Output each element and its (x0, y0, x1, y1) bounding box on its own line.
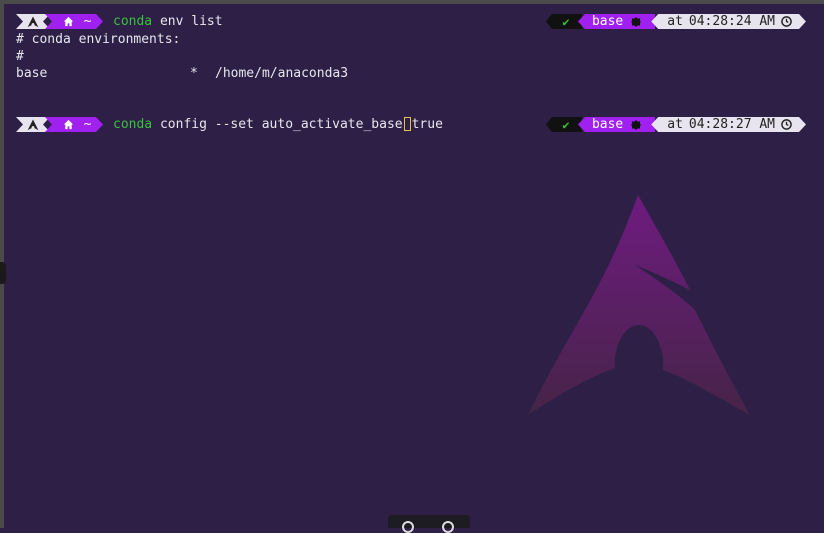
command-args: env list (152, 14, 223, 29)
env-segment: base (577, 14, 656, 29)
env-active-marker: * (190, 66, 198, 81)
command-input[interactable]: conda config --set auto_activate_base tru… (113, 117, 443, 132)
checkmark-icon: ✔ (545, 14, 582, 29)
dock-circle-icon[interactable] (402, 521, 414, 533)
time-prefix: at (667, 117, 683, 132)
clock-icon (781, 119, 792, 130)
bottom-dock[interactable] (388, 515, 470, 533)
prompt-line-1: ~ conda env list (16, 13, 223, 30)
time-label: 04:28:24 AM (688, 14, 775, 29)
dock-circle-icon[interactable] (442, 521, 454, 533)
output-line-header: # conda environments: (16, 32, 181, 47)
dir-label: ~ (83, 14, 92, 29)
output-line-hash: # (16, 49, 24, 64)
home-icon (63, 119, 74, 130)
clock-icon (781, 16, 792, 27)
status-mark: ✔ (562, 14, 570, 29)
status-mark: ✔ (562, 117, 570, 132)
right-prompt-1: ✔ base at 04:28:24 AM (545, 13, 806, 30)
checkmark-icon: ✔ (545, 117, 582, 132)
dir-segment: ~ (45, 117, 103, 132)
arch-linux-icon (27, 119, 39, 131)
env-label: base (591, 117, 624, 132)
time-label: 04:28:27 AM (688, 117, 775, 132)
home-icon (63, 16, 74, 27)
os-segment (16, 117, 50, 132)
command-name: conda (113, 14, 153, 29)
command-name: conda (113, 117, 153, 132)
arch-linux-icon (27, 16, 39, 28)
env-list-row: base * /home/m/anaconda3 (16, 65, 348, 82)
time-prefix: at (667, 14, 683, 29)
window-top-border (0, 0, 824, 4)
dir-segment: ~ (45, 14, 103, 29)
python-env-icon (631, 16, 642, 27)
time-segment: at 04:28:27 AM (651, 117, 806, 132)
arch-logo-watermark (528, 195, 750, 415)
env-name: base (16, 66, 48, 81)
command-text: conda env list (113, 14, 223, 29)
os-segment (16, 14, 50, 29)
python-env-icon (631, 119, 642, 130)
prompt-line-2: ~ conda config --set auto_activate_base t… (16, 116, 443, 133)
side-handle[interactable] (0, 262, 6, 284)
dir-label: ~ (83, 117, 92, 132)
command-args-after: true (411, 117, 443, 132)
right-prompt-2: ✔ base at 04:28:27 AM (545, 116, 806, 133)
text-cursor (403, 117, 411, 131)
command-args-before: config --set auto_activate_base (152, 117, 403, 132)
time-segment: at 04:28:24 AM (651, 14, 806, 29)
env-path: /home/m/anaconda3 (215, 66, 349, 81)
env-label: base (591, 14, 624, 29)
env-segment: base (577, 117, 656, 132)
